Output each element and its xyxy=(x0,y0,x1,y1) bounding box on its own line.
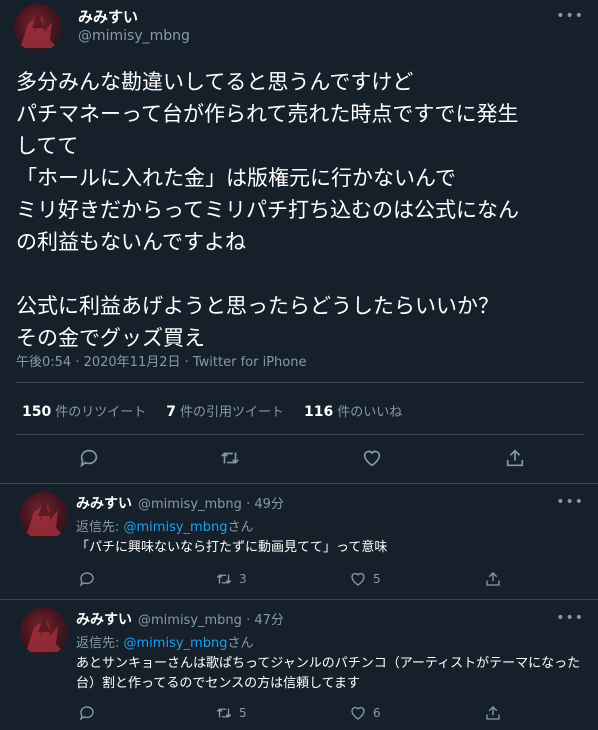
reply-text: あとサンキョーさんは歌ぱちってジャンルのパチンコ（アーティストがテーマになった台… xyxy=(76,656,581,691)
reply-icon[interactable] xyxy=(78,570,96,588)
like-button[interactable]: 5 xyxy=(349,570,381,588)
more-icon[interactable]: ••• xyxy=(556,494,584,510)
share-icon[interactable] xyxy=(484,570,502,588)
reply-actions: 3 5 xyxy=(0,570,598,590)
display-name[interactable]: みみすい xyxy=(76,496,132,512)
retweet-icon xyxy=(216,574,232,584)
avatar-image xyxy=(26,616,64,652)
retweets-stat[interactable]: 150 件のリツイート xyxy=(22,401,146,420)
tweet-meta[interactable]: 午後0:54 · 2020年11月2日 · Twitter for iPhone xyxy=(16,351,306,370)
divider xyxy=(16,434,584,435)
retweet-button[interactable]: 5 xyxy=(215,704,247,722)
reply-to-line: 返信先: @mimisy_mbngさん xyxy=(76,636,254,651)
reply-tweet[interactable]: みみすい @mimisy_mbng · 47分 ••• 返信先: @mimisy_… xyxy=(0,600,598,730)
reply-to-mention[interactable]: @mimisy_mbng xyxy=(124,636,228,651)
heart-icon xyxy=(351,572,365,586)
more-icon[interactable]: ••• xyxy=(556,610,584,626)
share-icon[interactable] xyxy=(484,704,502,722)
retweet-button[interactable]: 3 xyxy=(215,570,247,588)
heart-icon xyxy=(351,706,365,720)
tweet-stats: 150 件のリツイート 7 件の引用ツイート 116 件のいいね xyxy=(22,401,402,420)
tweet-text: 多分みんな勘違いしてると思うんですけど パチマネーって台が作られて売れた時点です… xyxy=(16,70,519,350)
avatar[interactable] xyxy=(20,608,68,656)
tweet-actions xyxy=(0,447,598,471)
likes-stat[interactable]: 116 件のいいね xyxy=(304,401,402,420)
reply-actions: 5 6 xyxy=(0,704,598,724)
timestamp[interactable]: · 47分 xyxy=(246,613,284,628)
like-count: 6 xyxy=(373,706,381,720)
share-icon[interactable] xyxy=(504,447,526,469)
divider xyxy=(16,382,584,383)
retweet-count: 5 xyxy=(239,706,247,720)
reply-to-mention[interactable]: @mimisy_mbng xyxy=(124,520,228,535)
reply-header: みみすい @mimisy_mbng · 47分 xyxy=(76,609,284,629)
reply-header: みみすい @mimisy_mbng · 49分 xyxy=(76,493,284,513)
avatar-image xyxy=(26,500,64,536)
quotes-stat[interactable]: 7 件の引用ツイート xyxy=(166,401,284,420)
reply-text: 「パチに興味ないなら打たずに動画見てて」って意味 xyxy=(76,540,388,555)
avatar[interactable] xyxy=(20,492,68,540)
user-handle[interactable]: @mimisy_mbng xyxy=(78,28,190,44)
retweet-icon xyxy=(216,708,232,718)
avatar[interactable] xyxy=(14,4,62,52)
like-button[interactable]: 6 xyxy=(349,704,381,722)
more-icon[interactable]: ••• xyxy=(556,8,584,24)
reply-icon[interactable] xyxy=(78,704,96,722)
timestamp[interactable]: · 49分 xyxy=(246,497,284,512)
display-name[interactable]: みみすい xyxy=(78,6,138,27)
reply-icon[interactable] xyxy=(78,447,100,469)
reply-to-line: 返信先: @mimisy_mbngさん xyxy=(76,520,254,535)
heart-icon[interactable] xyxy=(361,447,383,469)
retweet-icon[interactable] xyxy=(219,447,241,469)
like-count: 5 xyxy=(373,572,381,586)
user-handle[interactable]: @mimisy_mbng xyxy=(138,497,242,512)
display-name[interactable]: みみすい xyxy=(76,612,132,628)
reply-tweet[interactable]: みみすい @mimisy_mbng · 49分 ••• 返信先: @mimisy_… xyxy=(0,484,598,599)
avatar-image xyxy=(20,12,58,48)
user-handle[interactable]: @mimisy_mbng xyxy=(138,613,242,628)
retweet-count: 3 xyxy=(239,572,247,586)
